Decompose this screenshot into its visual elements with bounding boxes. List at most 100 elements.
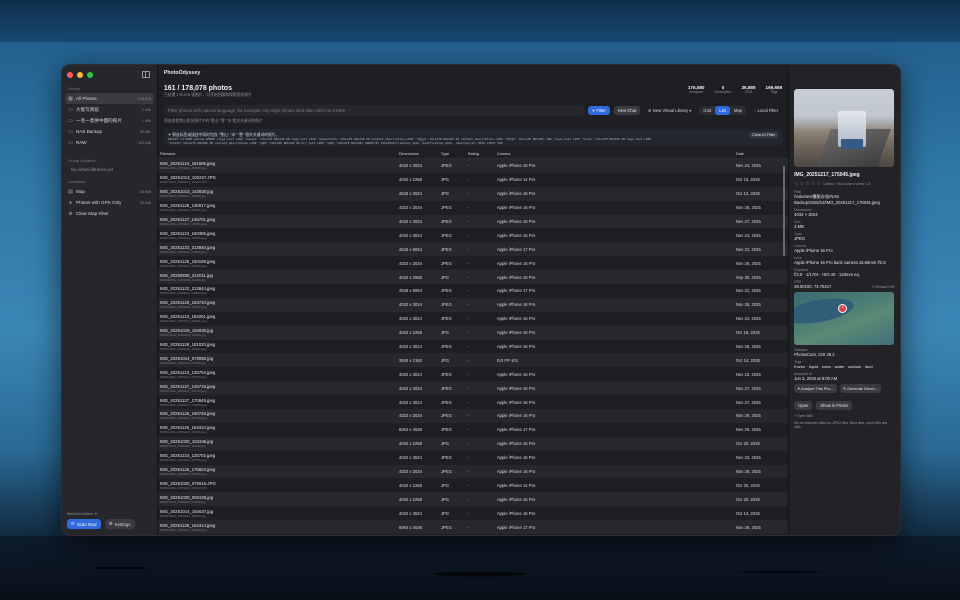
camera-cell: Apple iPhone 16 Pro (496, 219, 536, 224)
table-row[interactable]: IMG_20251128_153740.jpeg 2025/11/IMG_2025… (157, 297, 789, 312)
table-row[interactable]: IMG_20251124_160305.jpeg 2025/11/IMG_2025… (158, 228, 788, 242)
table-row[interactable]: IMG_20251122_213844.jpeg 2025/11/IMG_2025… (158, 284, 788, 298)
filename-cell: IMG_20251126_164314.jpeg 2025/11/IMG_2025… (160, 523, 399, 532)
sidebar-item-count: 39,391 (139, 129, 151, 134)
gear-icon: ⚙ (108, 521, 113, 526)
view-list-button[interactable]: List (715, 106, 730, 115)
location-item-count: 30,948 (139, 189, 151, 194)
sidebar-item[interactable]: ▭ NAS Backup 39,391 (65, 126, 154, 137)
show-in-finder-button[interactable]: Show in Finder (816, 401, 853, 410)
table-row[interactable]: IMG_20251014_070850.jpg 2025/10/IMG_20251… (157, 353, 789, 368)
reload-exif-button[interactable]: ↻ Reload EXIF (872, 285, 895, 289)
location-item-count: 30,948 (139, 200, 151, 205)
filename-cell: IMG_20251014_070850.jpg 2025/10/IMG_20251… (160, 356, 399, 365)
rating-cell: - (467, 191, 470, 197)
table-row[interactable]: IMG_20251020_153346.jpg 2025/10/IMG_20251… (157, 436, 789, 451)
dimensions-cell: 4032 x 3024 (398, 232, 422, 238)
type-cell: JPEG (440, 302, 452, 308)
generate-description-button[interactable]: ✎ Generate Descri... (839, 384, 881, 393)
sidebar-item[interactable]: ▭ 一毛一意拼中国的照片 1,496 (65, 115, 154, 126)
stat-label: Description (714, 90, 732, 94)
table-row[interactable]: IMG_20251014_164637.jpg 2025/10/IMG_20251… (158, 506, 788, 520)
dimensions-cell: 4032 x 3024 (398, 163, 422, 169)
table-row[interactable]: IMG_20250930_212011.jpg 2025/09/IMG_20250… (157, 270, 789, 285)
dimensions-cell: 4032 x 3024 (398, 385, 422, 391)
sidebar-item[interactable]: ▭ RAW 110,138 (65, 137, 154, 148)
column-header[interactable]: Filename (160, 152, 399, 156)
sidebar-item-count: 110,138 (138, 140, 151, 145)
type-cell: JPG (440, 510, 450, 516)
table-row[interactable]: IMG_20251123_125704.jpeg 2025/11/IMG_2025… (158, 367, 788, 381)
local-filter-button[interactable]: ◌ Local Filter (750, 106, 782, 115)
filename-cell: IMG_20251020_153346.jpg 2025/10/IMG_20251… (160, 439, 399, 448)
table-row[interactable]: IMG_20251126_160748.jpeg 2025/11/IMG_2025… (157, 409, 789, 423)
photo-preview[interactable] (794, 89, 895, 167)
location-item[interactable]: ▤ Map 30,948 (65, 186, 154, 197)
sidebar-toggle-icon[interactable] (141, 71, 150, 78)
rating-cell: - (467, 371, 470, 377)
view-map-button[interactable]: Map (730, 106, 746, 115)
sidebar-item[interactable]: ▭ 大阪写真館 2,346 (65, 104, 154, 115)
stat-item: 169,689 Tags (766, 85, 783, 101)
location-map[interactable]: • (794, 292, 895, 345)
column-header[interactable]: Dimensions (399, 152, 441, 156)
date-cell: Oct 20, 2025 (735, 482, 760, 488)
location-item[interactable]: ● Photos with GPS Only 30,948 (65, 197, 154, 208)
table-row[interactable]: IMG_20251127_170845.jpeg 2025/11/IMG_2025… (158, 395, 788, 409)
table-scrollbar[interactable] (783, 166, 785, 256)
camera-cell: Apple iPhone 16 Pro (496, 274, 536, 280)
sidebar-item[interactable]: ▦ All Photos 178,078 (65, 93, 154, 104)
sidebar-item-label: RAW (76, 140, 87, 145)
new-virtual-library-button[interactable]: ⊕ New Virtual Library ▾ (644, 106, 695, 115)
close-window-button[interactable] (67, 72, 73, 78)
minimize-window-button[interactable] (77, 72, 83, 78)
table-row[interactable]: IMG_20251122_213840.jpeg 2025/11/IMG_2025… (157, 242, 789, 257)
sidebar-item-label: 一毛一意拼中国的照片 (76, 117, 122, 123)
table-row[interactable]: IMG_20251123_125702.jpeg 2025/11/IMG_2025… (158, 451, 788, 465)
filter-button[interactable]: ✦ Filter (587, 106, 610, 115)
filter-label: Filter (596, 108, 606, 113)
processing-status: 已处理 178,078 张图片，可开始回顾和探索您的照片 (163, 93, 252, 97)
table-row[interactable]: IMG_20251128_181020.jpeg 2025/11/IMG_2025… (158, 340, 788, 354)
table-row[interactable]: IMG_20251126_150159.jpeg 2025/11/IMG_2025… (158, 256, 788, 270)
open-with-button[interactable]: + Open With (794, 414, 895, 418)
table-row[interactable]: IMG_20251126_164314.jpeg 2025/11/IMG_2025… (157, 520, 789, 535)
table-row[interactable]: IMG_20251124_181606.jpeg 2025/11/IMG_2025… (157, 159, 789, 173)
file-path: 2025/11/IMG_20251126_175603.jpeg (159, 472, 207, 477)
table-row[interactable]: IMG_20251126_175603.jpeg 2025/11/IMG_2025… (157, 464, 789, 479)
table-row[interactable]: IMG_20251127_145719.jpeg 2025/11/IMG_2025… (157, 381, 789, 396)
scan-now-button[interactable]: ⟳ Scan Now (67, 519, 101, 529)
settings-button[interactable]: ⚙ Settings (104, 519, 135, 529)
table-row[interactable]: IMG_20251019_194830.jpg 2025/10/IMG_20251… (157, 325, 789, 340)
pin-icon: ● (68, 199, 73, 206)
table-row[interactable]: IMG_20251124_184201.jpeg 2025/11/IMG_2025… (158, 312, 788, 326)
open-button[interactable]: Open (794, 401, 813, 410)
column-header[interactable]: Rating (468, 152, 497, 156)
column-header[interactable]: Date (736, 152, 784, 156)
table-row[interactable]: IMG_20251126_164310.jpeg 2025/11/IMG_2025… (158, 423, 788, 437)
location-item-label: Clear Map Filter (76, 211, 109, 216)
new-chat-button[interactable]: New Chat (613, 106, 641, 115)
table-row[interactable]: IMG_20251013_100227.JPG 2025/10/IMG_20251… (158, 173, 788, 187)
table-row[interactable]: IMG_20251020_092226.jpg 2025/10/IMG_20251… (157, 492, 789, 507)
generate-label: Generate Descri... (847, 387, 878, 391)
clear-ai-filter-button[interactable]: Clear AI Filter (749, 132, 779, 138)
nl-filter-input[interactable]: Filter photos with natural language, for… (163, 105, 584, 116)
column-header[interactable]: Type (441, 152, 468, 156)
table-row[interactable]: IMG_20251128_135917.jpeg 2025/11/IMG_2025… (158, 201, 788, 215)
table-row[interactable]: IMG_20251127_145701.jpeg 2025/11/IMG_2025… (157, 214, 789, 229)
table-row[interactable]: IMG_20251013_143830.jpg 2025/10/IMG_20251… (157, 186, 789, 201)
table-row[interactable]: IMG_20251020_070616.JPG 2025/10/IMG_20251… (158, 478, 788, 492)
location-item[interactable]: ⊗ Clear Map Filter (65, 208, 154, 219)
sql-line: '%cold%' COLLATE NOCASE OR content_descr… (167, 141, 503, 145)
analyze-photo-button[interactable]: ✦ Analyze This Pho... (794, 384, 837, 393)
zoom-window-button[interactable] (87, 72, 93, 78)
camera-cell: Apple iPhone 17 Pro (496, 427, 536, 433)
type-cell: JPEG (440, 260, 452, 266)
view-grid-button[interactable]: Grid (699, 106, 715, 115)
file-path: 2025/11/IMG_20251126_164314.jpeg (159, 527, 207, 532)
app-window: Library ▦ All Photos 178,078 ▭ 大阪写真館 2,346 ▭ 一毛… (61, 64, 901, 536)
column-header[interactable]: Camera (497, 152, 736, 156)
type-cell: JPEG (440, 205, 452, 211)
rating-cell: - (467, 427, 470, 433)
